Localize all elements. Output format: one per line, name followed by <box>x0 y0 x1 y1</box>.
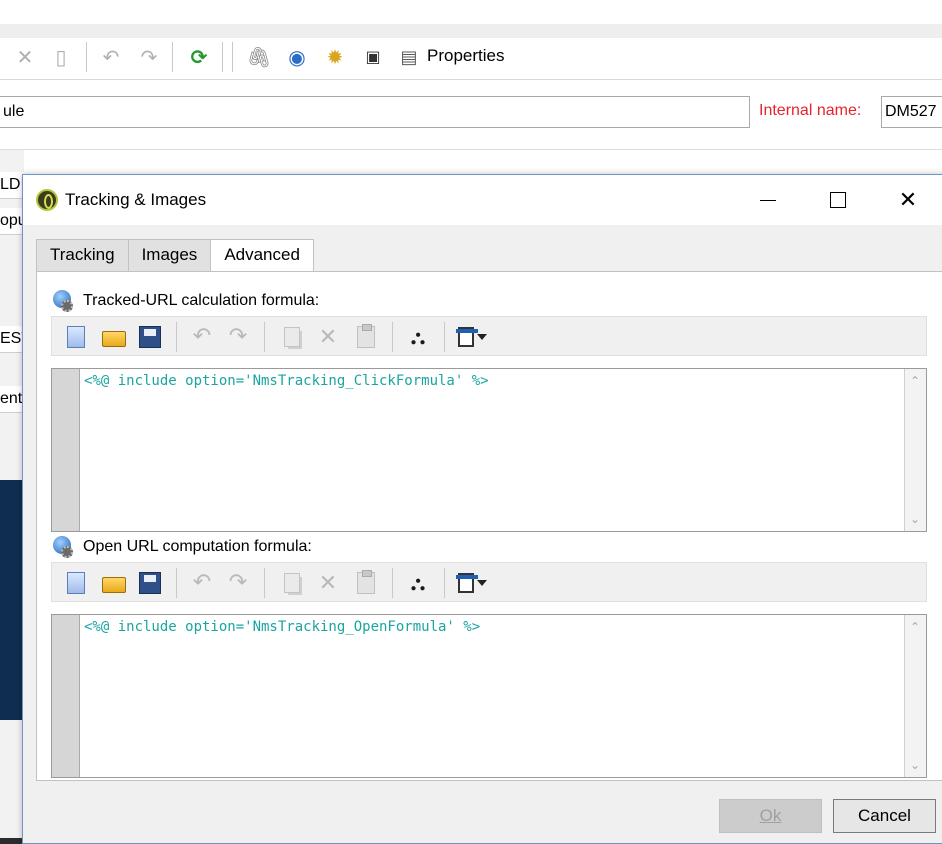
ok-button[interactable]: Ok <box>719 799 822 833</box>
paste-icon[interactable]: ▯ <box>48 44 74 70</box>
toolbar-separator <box>392 322 393 352</box>
open-url-editor-toolbar: ↶ ↷ ✕ ⛬ <box>51 562 927 602</box>
cancel-button[interactable]: Cancel <box>833 799 936 833</box>
format-dropdown-icon[interactable] <box>452 323 492 351</box>
tracking-globe-icon <box>51 536 75 558</box>
open-folder-icon[interactable] <box>100 323 128 351</box>
maximize-button[interactable] <box>815 183 861 217</box>
save-icon[interactable] <box>136 323 164 351</box>
background-top-strip <box>0 0 942 24</box>
redo-icon[interactable]: ↷ <box>224 569 252 597</box>
find-binoculars-icon[interactable]: ⛬ <box>404 569 432 597</box>
close-button[interactable]: ✕ <box>885 183 931 217</box>
editor-gutter <box>52 615 80 777</box>
undo-icon[interactable]: ↶ <box>188 323 216 351</box>
cut-icon[interactable]: ✕ <box>12 44 38 70</box>
toolbar-separator <box>176 568 177 598</box>
tracked-url-editor-toolbar: ↶ ↷ ✕ ⛬ <box>51 316 927 356</box>
copy-icon[interactable] <box>278 323 306 351</box>
properties-button[interactable]: Properties <box>427 46 504 66</box>
find-binoculars-icon[interactable]: ⛬ <box>404 323 432 351</box>
toolbar-separator <box>176 322 177 352</box>
tracked-url-code-editor[interactable]: <%@ include option='NmsTracking_ClickFor… <box>51 368 927 532</box>
editor-scrollbar[interactable]: ⌃ ⌄ <box>904 369 926 531</box>
toolbar-separator <box>86 42 87 72</box>
label-field[interactable]: ule <box>0 96 750 128</box>
background-fields-row: ule Internal name: DM527 <box>0 80 942 150</box>
background-dark-block <box>0 480 24 720</box>
toolbar-separator <box>222 42 223 72</box>
toolbar-separator <box>264 568 265 598</box>
tab-bar: Tracking Images Advanced <box>36 239 314 272</box>
cancel-button-label: Cancel <box>858 806 911 825</box>
undo-icon[interactable]: ↶ <box>188 569 216 597</box>
cut-icon[interactable]: ✕ <box>314 569 342 597</box>
tab-tracking[interactable]: Tracking <box>36 239 129 271</box>
attachment-icon[interactable]: 🖇 <box>246 44 272 70</box>
toolbar-separator <box>232 42 233 72</box>
toolbar-separator <box>264 322 265 352</box>
background-fragment: LDI <box>0 172 24 199</box>
tracked-url-label: Tracked-URL calculation formula: <box>83 292 320 309</box>
paste-icon[interactable] <box>352 323 380 351</box>
save-icon[interactable] <box>136 569 164 597</box>
scroll-up-icon[interactable]: ⌃ <box>909 375 921 387</box>
copy-icon[interactable] <box>278 569 306 597</box>
advanced-panel: Tracked-URL calculation formula: ↶ ↷ ✕ ⛬… <box>36 271 942 781</box>
settings-gear-icon[interactable]: ✹ <box>322 44 348 70</box>
app-logo-icon <box>36 189 58 211</box>
refresh-icon[interactable]: ⟳ <box>186 44 212 70</box>
editor-gutter <box>52 369 80 531</box>
dialog-titlebar[interactable]: Tracking & Images ✕ <box>23 175 942 225</box>
open-folder-icon[interactable] <box>100 569 128 597</box>
paste-icon[interactable] <box>352 569 380 597</box>
redo-icon[interactable]: ↷ <box>136 44 162 70</box>
tracking-globe-icon <box>51 290 75 312</box>
minimize-button[interactable] <box>745 183 791 217</box>
background-fragment: ent <box>0 386 24 413</box>
properties-icon[interactable]: ▤ <box>396 44 422 70</box>
ok-button-label: Ok <box>759 806 782 825</box>
background-toolbar: ✕ ▯ ↶ ↷ ⟳ 🖇 ◉ ✹ ▣ ▤ Properties <box>0 38 942 80</box>
internal-name-label: Internal name: <box>759 102 862 119</box>
new-icon[interactable] <box>62 569 90 597</box>
background-title-area <box>0 24 942 38</box>
tracked-url-section-header: Tracked-URL calculation formula: <box>51 290 319 312</box>
open-url-label: Open URL computation formula: <box>83 538 312 555</box>
toolbar-separator <box>392 568 393 598</box>
tracking-globe-icon[interactable]: ◉ <box>284 44 310 70</box>
background-fragment: EST <box>0 326 24 353</box>
tracked-url-code[interactable]: <%@ include option='NmsTracking_ClickFor… <box>84 373 489 389</box>
tab-images[interactable]: Images <box>127 239 212 271</box>
scroll-down-icon[interactable]: ⌄ <box>909 759 921 771</box>
calculator-icon[interactable]: ▣ <box>360 44 386 70</box>
tab-advanced[interactable]: Advanced <box>210 239 314 272</box>
open-url-code[interactable]: <%@ include option='NmsTracking_OpenForm… <box>84 619 480 635</box>
open-url-code-editor[interactable]: <%@ include option='NmsTracking_OpenForm… <box>51 614 927 778</box>
scroll-down-icon[interactable]: ⌄ <box>909 513 921 525</box>
redo-icon[interactable]: ↷ <box>224 323 252 351</box>
tracking-images-dialog: Tracking & Images ✕ Tracking Images Adva… <box>22 174 942 844</box>
dialog-title: Tracking & Images <box>65 190 207 209</box>
new-icon[interactable] <box>62 323 90 351</box>
scroll-up-icon[interactable]: ⌃ <box>909 621 921 633</box>
undo-icon[interactable]: ↶ <box>98 44 124 70</box>
toolbar-separator <box>172 42 173 72</box>
toolbar-separator <box>444 568 445 598</box>
toolbar-separator <box>444 322 445 352</box>
internal-name-field[interactable]: DM527 <box>881 96 942 128</box>
background-fragment: opu <box>0 208 24 235</box>
cut-icon[interactable]: ✕ <box>314 323 342 351</box>
open-url-section-header: Open URL computation formula: <box>51 536 312 558</box>
format-dropdown-icon[interactable] <box>452 569 492 597</box>
editor-scrollbar[interactable]: ⌃ ⌄ <box>904 615 926 777</box>
